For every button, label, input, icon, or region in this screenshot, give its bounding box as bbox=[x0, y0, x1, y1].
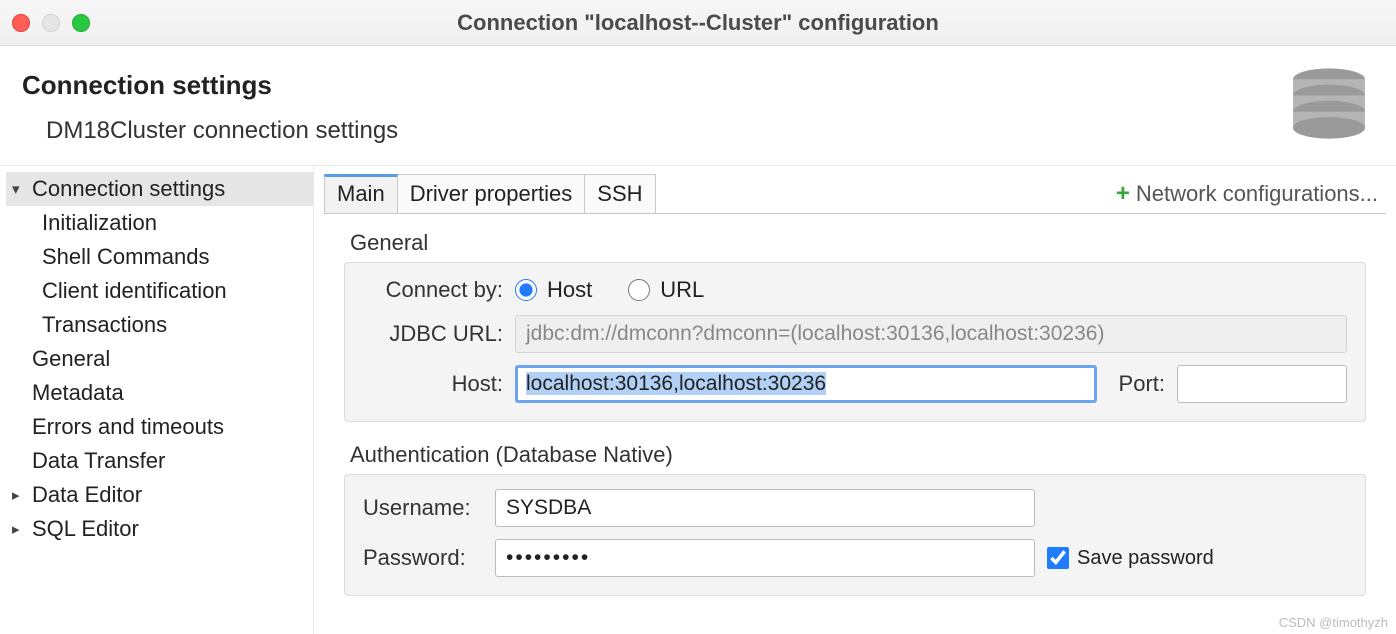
sidebar-item-label: Metadata bbox=[32, 380, 124, 406]
save-password-label: Save password bbox=[1077, 547, 1214, 570]
chevron-right-icon: ▸ bbox=[12, 520, 26, 538]
sidebar-item-initialization[interactable]: Initialization bbox=[6, 206, 313, 240]
connect-by-url-radio[interactable]: URL bbox=[628, 277, 704, 303]
auth-panel: Username: Password: Save password bbox=[344, 474, 1366, 596]
tab-main[interactable]: Main bbox=[324, 174, 398, 213]
database-icon bbox=[1284, 63, 1374, 153]
password-label: Password: bbox=[363, 545, 483, 571]
chevron-right-icon: ▸ bbox=[12, 486, 26, 504]
page-header: Connection settings DM18Cluster connecti… bbox=[0, 46, 1396, 166]
page-subtitle: DM18Cluster connection settings bbox=[22, 117, 398, 145]
sidebar: ▾ Connection settings Initialization She… bbox=[0, 166, 314, 634]
general-panel: Connect by: Host URL JDBC URL: bbox=[344, 262, 1366, 422]
window-titlebar: Connection "localhost--Cluster" configur… bbox=[0, 0, 1396, 46]
main-panel: Main Driver properties SSH + Network con… bbox=[314, 166, 1396, 634]
sidebar-item-label: Shell Commands bbox=[42, 244, 210, 270]
sidebar-item-label: Client identification bbox=[42, 278, 227, 304]
port-label: Port: bbox=[1119, 371, 1165, 397]
sidebar-item-label: Transactions bbox=[42, 312, 167, 338]
username-label: Username: bbox=[363, 495, 483, 521]
host-label: Host: bbox=[363, 371, 503, 397]
sidebar-item-label: General bbox=[32, 346, 110, 372]
sidebar-item-data-transfer[interactable]: Data Transfer bbox=[6, 444, 313, 478]
url-radio-input[interactable] bbox=[628, 279, 650, 301]
sidebar-item-label: Errors and timeouts bbox=[32, 414, 224, 440]
chevron-down-icon: ▾ bbox=[12, 180, 26, 198]
tab-driver-properties[interactable]: Driver properties bbox=[397, 174, 586, 213]
network-configurations-button[interactable]: + Network configurations... bbox=[1116, 180, 1386, 208]
sidebar-item-metadata[interactable]: Metadata bbox=[6, 376, 313, 410]
sidebar-item-label: Initialization bbox=[42, 210, 157, 236]
traffic-lights bbox=[12, 14, 90, 32]
sidebar-item-errors-timeouts[interactable]: Errors and timeouts bbox=[6, 410, 313, 444]
sidebar-item-general[interactable]: General bbox=[6, 342, 313, 376]
minimize-window-button[interactable] bbox=[42, 14, 60, 32]
sidebar-item-shell-commands[interactable]: Shell Commands bbox=[6, 240, 313, 274]
host-input[interactable]: localhost:30136,localhost:30236 bbox=[515, 365, 1097, 403]
sidebar-item-label: SQL Editor bbox=[32, 516, 139, 542]
tab-ssh[interactable]: SSH bbox=[584, 174, 655, 213]
host-input-value: localhost:30136,localhost:30236 bbox=[526, 372, 826, 395]
password-input[interactable] bbox=[495, 539, 1035, 577]
connect-by-host-radio[interactable]: Host bbox=[515, 277, 592, 303]
jdbc-url-field: jdbc:dm://dmconn?dmconn=(localhost:30136… bbox=[515, 315, 1347, 353]
page-title: Connection settings bbox=[22, 70, 398, 101]
tab-bar: Main Driver properties SSH + Network con… bbox=[324, 174, 1386, 214]
plus-icon: + bbox=[1116, 180, 1130, 208]
sidebar-item-sql-editor[interactable]: ▸ SQL Editor bbox=[6, 512, 313, 546]
host-radio-input[interactable] bbox=[515, 279, 537, 301]
sidebar-item-client-identification[interactable]: Client identification bbox=[6, 274, 313, 308]
sidebar-item-label: Connection settings bbox=[32, 176, 225, 202]
sidebar-item-connection-settings[interactable]: ▾ Connection settings bbox=[6, 172, 313, 206]
section-label-general: General bbox=[344, 230, 1366, 256]
url-radio-label: URL bbox=[660, 277, 704, 303]
jdbc-url-label: JDBC URL: bbox=[363, 321, 503, 347]
sidebar-item-label: Data Transfer bbox=[32, 448, 165, 474]
maximize-window-button[interactable] bbox=[72, 14, 90, 32]
port-input[interactable] bbox=[1177, 365, 1347, 403]
host-radio-label: Host bbox=[547, 277, 592, 303]
sidebar-item-data-editor[interactable]: ▸ Data Editor bbox=[6, 478, 313, 512]
close-window-button[interactable] bbox=[12, 14, 30, 32]
network-configurations-label: Network configurations... bbox=[1136, 181, 1378, 207]
sidebar-item-transactions[interactable]: Transactions bbox=[6, 308, 313, 342]
connect-by-label: Connect by: bbox=[363, 277, 503, 303]
section-label-auth: Authentication (Database Native) bbox=[344, 442, 1366, 468]
window-title: Connection "localhost--Cluster" configur… bbox=[0, 10, 1396, 36]
watermark: CSDN @timothyzh bbox=[1279, 615, 1388, 630]
save-password-checkbox[interactable] bbox=[1047, 547, 1069, 569]
sidebar-item-label: Data Editor bbox=[32, 482, 142, 508]
username-input[interactable] bbox=[495, 489, 1035, 527]
